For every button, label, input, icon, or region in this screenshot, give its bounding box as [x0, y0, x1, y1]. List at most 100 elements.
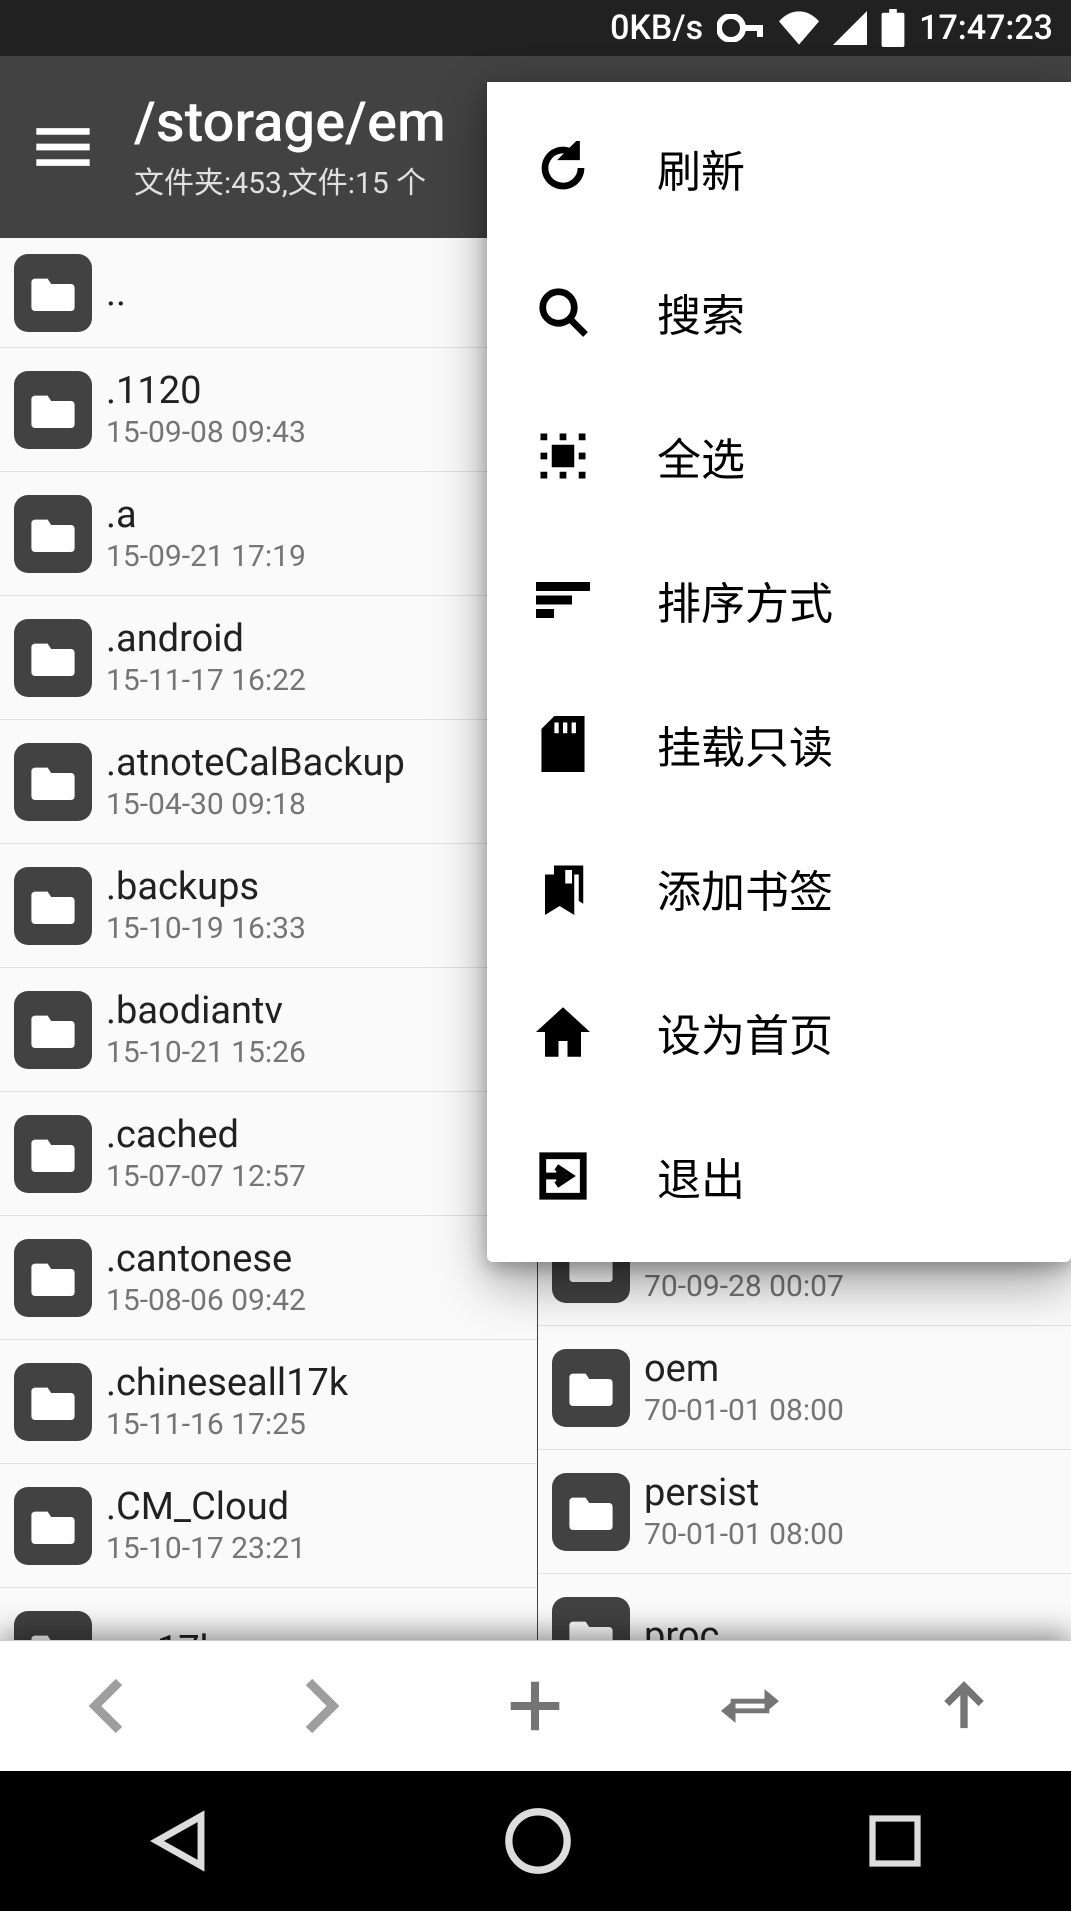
folder-icon: [14, 254, 92, 332]
folder-icon: [14, 619, 92, 697]
file-name: proc: [644, 1614, 719, 1641]
add-button[interactable]: [500, 1671, 570, 1741]
folder-icon: [14, 371, 92, 449]
menu-icon[interactable]: [18, 102, 108, 192]
refresh-icon: [533, 138, 593, 198]
file-date: 15-09-08 09:43: [106, 415, 306, 450]
menu-item-exit[interactable]: 退出: [487, 1104, 1071, 1248]
file-date: 15-07-07 12:57: [106, 1159, 306, 1194]
file-date: 15-04-30 09:18: [106, 787, 405, 822]
file-name: .cantonese: [106, 1237, 306, 1281]
file-row[interactable]: persist70-01-01 08:00: [538, 1450, 1071, 1574]
file-row[interactable]: .backups15-10-19 16:33: [0, 844, 537, 968]
file-name: .atnoteCalBackup: [106, 741, 405, 785]
menu-item-label: 退出: [657, 1144, 745, 1208]
menu-item-sd-card[interactable]: 挂载只读: [487, 672, 1071, 816]
file-row[interactable]: .cantonese15-08-06 09:42: [0, 1216, 537, 1340]
menu-item-label: 搜索: [657, 280, 745, 344]
file-name: .a: [106, 493, 306, 537]
file-row[interactable]: .chineseall17k15-11-16 17:25: [0, 1340, 537, 1464]
folder-icon: [14, 1363, 92, 1441]
nav-back-icon[interactable]: [146, 1808, 212, 1874]
file-date: 15-10-19 16:33: [106, 911, 306, 946]
exit-icon: [533, 1146, 593, 1206]
menu-item-label: 刷新: [657, 136, 745, 200]
folder-icon: [14, 867, 92, 945]
file-row[interactable]: .a15-09-21 17:19: [0, 472, 537, 596]
file-name: oem: [644, 1347, 844, 1391]
swap-button[interactable]: [715, 1671, 785, 1741]
file-row[interactable]: .CM_Cloud15-10-17 23:21: [0, 1464, 537, 1588]
path-display[interactable]: /storage/em 文件夹:453,文件:15 个: [134, 92, 446, 202]
up-button[interactable]: [929, 1671, 999, 1741]
file-name: persist: [644, 1471, 844, 1515]
select-all-icon: [533, 426, 593, 486]
file-name: .cn17k: [106, 1628, 219, 1641]
overflow-menu: 刷新搜索全选排序方式挂载只读添加书签设为首页退出: [487, 82, 1071, 1262]
search-icon: [533, 282, 593, 342]
folder-icon: [14, 495, 92, 573]
file-date: 15-08-06 09:42: [106, 1283, 306, 1318]
menu-item-refresh[interactable]: 刷新: [487, 96, 1071, 240]
bottom-toolbar: [0, 1640, 1071, 1771]
net-speed: 0KB/s: [610, 8, 703, 48]
file-name: .backups: [106, 865, 306, 909]
menu-item-bookmark-add[interactable]: 添加书签: [487, 816, 1071, 960]
menu-item-label: 挂载只读: [657, 712, 833, 776]
file-name: .baodiantv: [106, 989, 306, 1033]
status-bar: 0KB/s 17:47:23: [0, 0, 1071, 56]
file-row[interactable]: .112015-09-08 09:43: [0, 348, 537, 472]
file-name: .CM_Cloud: [106, 1485, 306, 1529]
current-path: /storage/em: [134, 92, 446, 154]
file-name: .chineseall17k: [106, 1361, 348, 1405]
file-date: 15-11-17 16:22: [106, 663, 306, 698]
folder-icon: [14, 1115, 92, 1193]
menu-item-select-all[interactable]: 全选: [487, 384, 1071, 528]
file-row[interactable]: oem70-01-01 08:00: [538, 1326, 1071, 1450]
file-name: .cached: [106, 1113, 306, 1157]
file-date: 70-09-28 00:07: [644, 1269, 844, 1304]
wifi-icon: [779, 11, 819, 45]
file-name: .android: [106, 617, 306, 661]
folder-icon: [552, 1473, 630, 1551]
menu-item-label: 设为首页: [657, 1000, 833, 1064]
file-name: .1120: [106, 369, 306, 413]
forward-button[interactable]: [286, 1671, 356, 1741]
sd-card-icon: [533, 714, 593, 774]
parent-dir-row[interactable]: ..: [0, 238, 537, 348]
file-row[interactable]: proc: [538, 1574, 1071, 1640]
file-date: 15-10-17 23:21: [106, 1531, 306, 1566]
file-row[interactable]: .cached15-07-07 12:57: [0, 1092, 537, 1216]
system-nav: [0, 1771, 1071, 1911]
file-row[interactable]: .atnoteCalBackup15-04-30 09:18: [0, 720, 537, 844]
folder-icon: [552, 1349, 630, 1427]
menu-item-home[interactable]: 设为首页: [487, 960, 1071, 1104]
status-time: 17:47:23: [919, 8, 1053, 48]
file-row[interactable]: .android15-11-17 16:22: [0, 596, 537, 720]
file-date: 15-10-21 15:26: [106, 1035, 306, 1070]
file-row[interactable]: .baodiantv15-10-21 15:26: [0, 968, 537, 1092]
battery-icon: [881, 9, 905, 47]
folder-icon: [14, 991, 92, 1069]
file-date: 70-01-01 08:00: [644, 1393, 844, 1428]
menu-item-label: 添加书签: [657, 856, 833, 920]
back-button[interactable]: [72, 1671, 142, 1741]
parent-dir-label: ..: [106, 271, 126, 315]
file-row[interactable]: .cn17k: [0, 1588, 537, 1640]
folder-icon: [14, 1239, 92, 1317]
file-date: 15-09-21 17:19: [106, 539, 306, 574]
left-panel[interactable]: ...112015-09-08 09:43.a15-09-21 17:19.an…: [0, 238, 538, 1640]
home-icon: [533, 1002, 593, 1062]
folder-icon: [14, 743, 92, 821]
bookmark-add-icon: [533, 858, 593, 918]
nav-recent-icon[interactable]: [865, 1811, 925, 1871]
file-date: 15-11-16 17:25: [106, 1407, 348, 1442]
sort-icon: [533, 570, 593, 630]
menu-item-sort[interactable]: 排序方式: [487, 528, 1071, 672]
menu-item-search[interactable]: 搜索: [487, 240, 1071, 384]
nav-home-icon[interactable]: [503, 1806, 573, 1876]
signal-icon: [833, 11, 867, 45]
folder-stats: 文件夹:453,文件:15 个: [134, 158, 446, 202]
menu-item-label: 排序方式: [657, 568, 833, 632]
folder-icon: [14, 1487, 92, 1565]
